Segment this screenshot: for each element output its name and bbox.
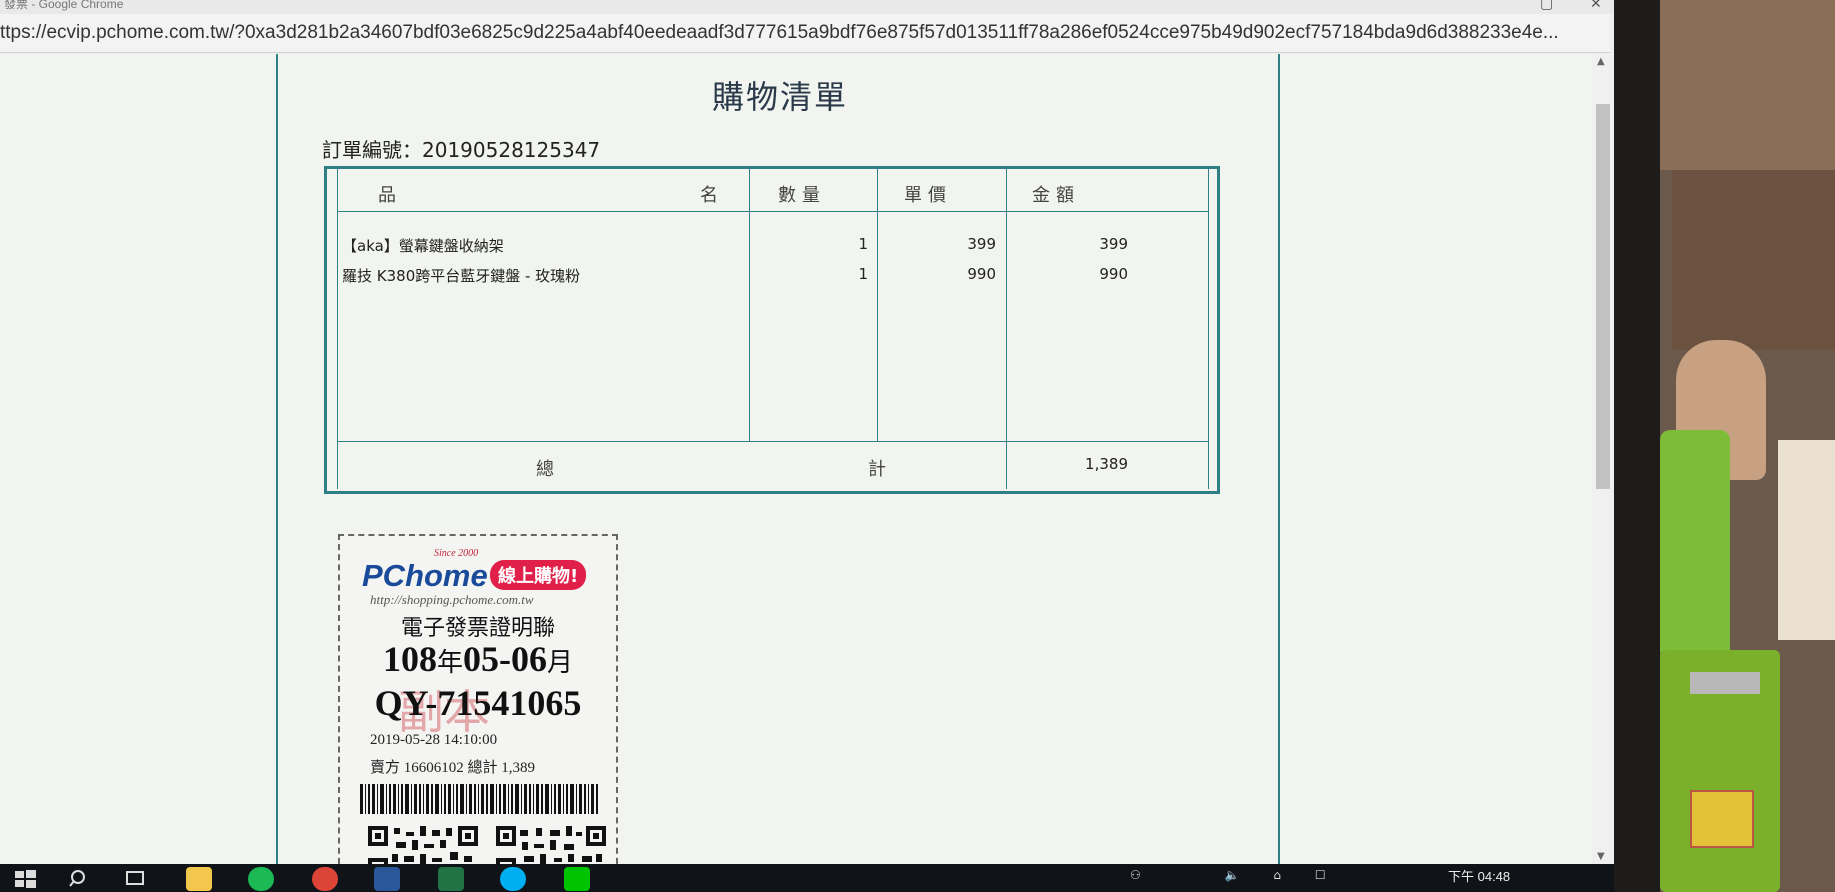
period-months: 05-06 [463,639,547,679]
monitor-screen: 發票 - Google Chrome ▢ ✕ ttps://ecvip.pcho… [0,0,1660,892]
col-divider-1 [749,169,750,441]
order-number-value: 20190528125347 [422,138,601,162]
invoice-seller-total: 賣方 16606102 總計 1,389 [370,760,536,776]
barcode [360,784,598,814]
skype-icon[interactable] [500,867,526,891]
window-title: 發票 - Google Chrome [4,0,124,11]
receipt-url: http://shopping.pchome.com.tw [370,592,534,607]
volume-icon[interactable]: 🔈 [1225,868,1240,882]
network-icon[interactable]: ⌂ [1273,868,1281,882]
item-unit-price: 990 [967,265,996,283]
scroll-down-icon[interactable]: ▼ [1597,851,1605,862]
item-qty: 1 [858,265,868,283]
period-month-unit: 月 [547,648,574,677]
invoice-period: 108年05-06月 [340,638,616,680]
header-name-right: 名 [700,185,724,206]
windows-taskbar: ⚇ 🔈 ⌂ ☐ 下午 04:48 [0,864,1614,892]
taskbar-clock[interactable]: 下午 04:48 [1448,866,1510,885]
item-name: 羅技 K380跨平台藍牙鍵盤 - 玫瑰粉 [342,267,581,285]
window-titlebar: 發票 - Google Chrome ▢ ✕ [0,0,1660,14]
chrome-icon[interactable] [312,867,338,891]
pchome-logo: PChome Since 2000 線上購物! [362,548,602,596]
period-year: 108 [382,639,437,679]
item-amount: 399 [1099,235,1128,253]
item-unit-price: 399 [967,235,996,253]
line-icon[interactable] [564,867,590,891]
total-label-right: 計 [868,459,886,480]
order-number-label: 訂單編號： [322,138,422,162]
file-explorer-icon[interactable] [186,867,212,891]
invoice-number: QY-71541065 [374,683,582,723]
col-divider-2 [877,169,878,441]
system-tray[interactable]: ⚇ 🔈 ⌂ ☐ [1130,868,1326,882]
vertical-scrollbar[interactable]: ▲ ▼ [1592,54,1614,864]
header-divider [338,211,1208,212]
background-wall [1660,0,1835,170]
item-name: 【aka】螢幕鍵盤收納架 [342,237,504,255]
url-text: ttps://ecvip.pchome.com.tw/?0xa3d281b2a3… [0,22,1559,43]
item-amount: 990 [1099,265,1128,283]
page-title: 購物清單 [711,78,848,116]
close-icon[interactable]: ✕ [1590,0,1602,10]
task-view-icon[interactable] [122,867,148,891]
e-invoice-receipt: PChome Since 2000 線上購物! http://shopping.… [338,534,618,878]
items-table-inner: 品 名 數量 單價 金額 【aka】螢幕鍵盤收納架 1 399 399 羅技 K… [337,169,1209,489]
address-bar[interactable]: ttps://ecvip.pchome.com.tw/?0xa3d281b2a3… [0,14,1610,53]
monitor-bezel [1614,0,1660,892]
header-qty: 數量 [778,185,826,206]
background-green-cup [1660,430,1730,660]
windows-start-icon[interactable] [12,867,38,891]
total-divider [338,441,1208,442]
background-panel [1672,170,1835,350]
spotify-icon[interactable] [248,867,274,891]
order-number: 訂單編號：20190528125347 [322,134,600,163]
scrollbar-thumb[interactable] [1596,104,1610,489]
minimize-icon[interactable]: ▢ [1540,0,1553,10]
logo-text: PChome [362,558,488,593]
background-paper [1778,440,1835,640]
logo-since: Since 2000 [434,548,479,559]
scroll-up-icon[interactable]: ▲ [1597,56,1605,67]
total-value: 1,389 [1085,455,1128,473]
invoice-document: 購物清單 訂單編號：20190528125347 品 名 數量 單價 金額 【a… [0,54,1592,878]
invoice-datetime: 2019-05-28 14:10:00 [370,732,498,748]
tape-roll [1690,672,1760,694]
people-icon[interactable]: ⚇ [1130,868,1141,882]
items-table: 品 名 數量 單價 金額 【aka】螢幕鍵盤收納架 1 399 399 羅技 K… [324,166,1220,494]
header-amount: 金額 [1032,185,1080,206]
item-qty: 1 [858,235,868,253]
total-label-left: 總 [536,459,554,480]
header-unit-price: 單價 [904,185,952,206]
logo-tag: 線上購物! [490,560,587,590]
header-name-left: 品 [378,185,402,206]
period-year-unit: 年 [436,648,463,677]
dispenser-sticker [1690,790,1754,848]
notification-icon[interactable]: ☐ [1315,868,1326,882]
search-icon[interactable] [66,867,92,891]
excel-icon[interactable] [438,867,464,891]
word-icon[interactable] [374,867,400,891]
